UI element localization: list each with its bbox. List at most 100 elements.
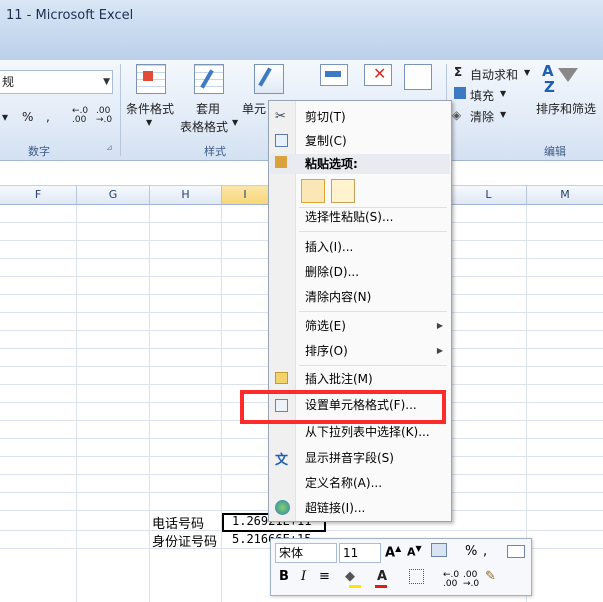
scissors-icon: ✂ [275,109,286,124]
dialog-launcher-icon[interactable]: ⊿ [106,143,113,152]
decrease-decimal-icon[interactable]: .00 →.0 [96,107,112,125]
menu-item-cut[interactable]: 剪切(T) [305,109,346,125]
chevron-down-icon: ▼ [232,118,239,127]
paste-values-button[interactable] [331,179,355,203]
fill-color-icon[interactable]: ◆ [345,569,355,584]
group-label-styles: 样式 [204,145,226,158]
cell-styles-button[interactable]: 单元 [242,100,266,117]
column-header-m[interactable]: M [527,186,603,205]
number-format-select[interactable]: 规 ▼ [0,70,113,94]
increase-decimal-icon[interactable]: ←.0.00 [443,571,459,589]
menu-item-delete[interactable]: 删除(D)... [305,264,359,280]
menu-item-phonetic[interactable]: 显示拼音字段(S) [305,450,394,466]
format-cells-ribbon-icon[interactable] [404,64,432,90]
menu-item-define-name[interactable]: 定义名称(A)... [305,475,382,491]
bold-button[interactable]: B [279,569,289,584]
menu-item-insert-comment[interactable]: 插入批注(M) [305,371,373,387]
menu-separator [299,311,447,312]
menu-separator [299,365,447,366]
column-header-l[interactable]: L [451,186,527,205]
highlight-box [240,390,446,424]
grid-line [221,205,222,602]
submenu-arrow-icon: ▶ [436,346,443,355]
increase-decimal-icon[interactable]: ←.0.00 [72,107,88,125]
grow-font-icon[interactable]: A▲ [385,544,401,560]
percent-button[interactable]: % [22,110,33,124]
delete-cells-icon[interactable]: ✕ [364,64,392,86]
column-header-g[interactable]: G [77,186,150,205]
accounting-format-icon[interactable] [431,543,447,557]
paste-button[interactable] [301,179,325,203]
currency-icon[interactable]: ▾ [2,110,8,124]
menu-separator [299,207,447,208]
eraser-icon[interactable]: ◈ [452,108,461,122]
shrink-font-icon[interactable]: A▼ [407,544,422,559]
percent-button[interactable]: % [465,544,477,559]
title-bar: 11 - Microsoft Excel [0,0,603,60]
column-header-f[interactable]: F [0,186,77,205]
font-name-input[interactable]: 宋体 [275,543,337,563]
mini-toolbar: 宋体 11 A▲ A▼ % , B I ≡ ◆ A ←.0.00 .00 →.0 … [270,538,532,596]
chevron-down-icon: ▼ [524,68,531,77]
font-size-value: 11 [343,546,359,560]
sort-filter-button[interactable]: 排序和筛选 [536,100,596,117]
autosum-button[interactable]: 自动求和 [470,66,518,83]
table-format-label-1[interactable]: 套用 [196,100,220,117]
decrease-decimal-icon[interactable]: .00 →.0 [463,571,479,589]
insert-cells-icon[interactable] [320,64,348,86]
comma-button[interactable]: , [483,544,487,559]
fill-color-swatch [349,585,361,588]
context-menu: ✂ 剪切(T) 复制(C) 粘贴选项: 选择性粘贴(S)... 插入(I)...… [268,100,452,522]
chevron-down-icon: ▼ [146,118,153,127]
phonetic-icon: 文 [275,453,289,468]
menu-item-copy[interactable]: 复制(C) [305,133,347,149]
comma-button[interactable]: , [46,110,50,124]
cell-phone-label[interactable]: 电话号码 [152,513,204,532]
font-color-swatch [375,585,387,588]
conditional-format-icon[interactable] [136,64,166,94]
table-format-label-2[interactable]: 表格格式 [180,118,228,135]
italic-button[interactable]: I [301,569,306,584]
menu-item-insert[interactable]: 插入(I)... [305,239,353,255]
conditional-format-button[interactable]: 条件格式 [126,100,174,117]
cell-styles-icon[interactable] [254,64,284,94]
merge-center-icon[interactable] [507,545,525,558]
chevron-down-icon: ▼ [500,89,507,98]
comment-icon [275,372,288,384]
menu-item-clear-contents[interactable]: 清除内容(N) [305,289,371,305]
chevron-down-icon: ▼ [103,77,110,87]
group-separator [120,64,121,156]
menu-item-hyperlink[interactable]: 超链接(I)... [305,500,365,516]
number-format-value: 规 [2,75,15,89]
menu-item-sort[interactable]: 排序(O) [305,343,348,359]
grid-line [149,205,150,602]
group-label-editing: 编辑 [544,145,566,158]
copy-icon [275,134,288,147]
menu-item-pick-from-list[interactable]: 从下拉列表中选择(K)... [305,424,430,440]
sigma-icon[interactable]: Σ [454,65,462,79]
hyperlink-icon [275,500,290,515]
table-format-icon[interactable] [194,64,224,94]
font-color-icon[interactable]: A [377,569,387,584]
submenu-arrow-icon: ▶ [436,321,443,330]
column-header-h[interactable]: H [150,186,222,205]
menu-item-filter[interactable]: 筛选(E) [305,318,346,334]
window-title: 11 - Microsoft Excel [6,8,134,23]
cell-id-label[interactable]: 身份证号码 [152,531,217,550]
format-painter-icon[interactable]: ✎ [485,569,496,584]
fill-button[interactable]: 填充 [470,87,494,104]
clear-button[interactable]: 清除 [470,108,494,125]
borders-icon[interactable] [409,569,424,584]
grid-line [76,205,77,602]
group-label-number: 数字 [28,145,50,158]
column-header-i[interactable]: I [222,186,269,205]
font-size-input[interactable]: 11 [339,543,381,563]
sort-filter-icon[interactable]: A Z [542,62,582,98]
menu-item-paste-special[interactable]: 选择性粘贴(S)... [305,209,393,225]
menu-separator [299,231,447,232]
fill-down-icon[interactable] [454,87,466,99]
clipboard-icon [275,156,287,168]
chevron-down-icon: ▼ [500,110,507,119]
font-name-value: 宋体 [279,546,304,560]
center-align-icon[interactable]: ≡ [319,569,330,584]
